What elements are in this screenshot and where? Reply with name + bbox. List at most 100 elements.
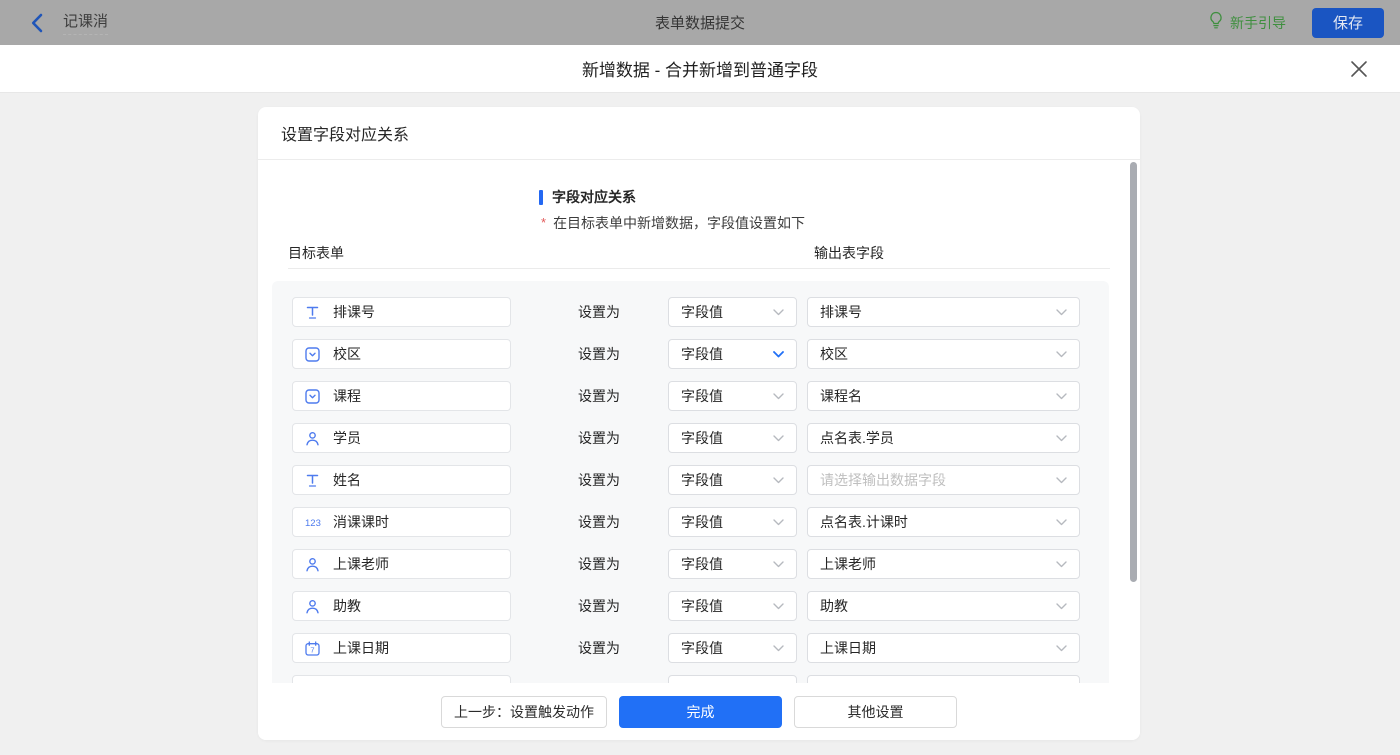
text-field-icon: [305, 305, 325, 320]
lightbulb-icon: [1208, 11, 1224, 35]
value-type-label: 字段值: [681, 302, 723, 322]
output-field-select[interactable]: 上课日期: [807, 633, 1080, 663]
target-field-label: 消课课时: [333, 512, 389, 532]
output-field-select[interactable]: 点名表.计课时: [807, 507, 1080, 537]
chevron-down-icon: [1056, 519, 1067, 526]
chevron-down-icon: [773, 603, 784, 610]
beginner-guide-label: 新手引导: [1230, 13, 1286, 33]
column-output-fields: 输出表字段: [814, 243, 884, 263]
svg-text:123: 123: [305, 518, 321, 529]
target-field-box[interactable]: 7上课日期: [292, 633, 511, 663]
chevron-down-icon: [773, 561, 784, 568]
mapping-row: 助教 设置为 字段值 助教: [272, 591, 1109, 621]
output-field-select[interactable]: 上课老师: [807, 549, 1080, 579]
chevron-down-icon: [773, 309, 784, 316]
number-field-icon: 123: [305, 515, 325, 529]
value-type-label: 字段值: [681, 428, 723, 448]
set-as-label: 设置为: [578, 633, 620, 663]
chevron-down-icon: [773, 519, 784, 526]
card-header: 设置字段对应关系: [258, 107, 1140, 160]
value-type-select[interactable]: 字段值: [668, 297, 797, 327]
value-type-select[interactable]: 字段值: [668, 507, 797, 537]
output-field-label: 上课老师: [820, 554, 876, 574]
target-field-box[interactable]: 123 消课课时: [292, 507, 511, 537]
required-asterisk: *: [541, 215, 546, 230]
set-as-label: 设置为: [578, 297, 620, 327]
target-field-box[interactable]: 课程: [292, 381, 511, 411]
modal-title: 新增数据 - 合并新增到普通字段: [582, 56, 818, 81]
value-type-select[interactable]: 字段值: [668, 633, 797, 663]
value-type-label: 字段值: [681, 386, 723, 406]
output-field-select[interactable]: 课程名: [807, 381, 1080, 411]
value-type-label: 字段值: [681, 470, 723, 490]
screen: 记课消 表单数据提交 新手引导 保存 新增数据 - 合并新增到普通字段 设置字段…: [0, 0, 1400, 755]
beginner-guide-link[interactable]: 新手引导: [1208, 11, 1286, 35]
target-field-box[interactable]: 姓名: [292, 465, 511, 495]
person-field-icon: [305, 557, 325, 572]
output-field-label: 助教: [820, 596, 848, 616]
set-as-label: 设置为: [578, 423, 620, 453]
chevron-down-icon: [773, 645, 784, 652]
app-title: 表单数据提交: [0, 12, 1400, 33]
mapping-row: 学员 设置为 字段值 点名表.学员: [272, 423, 1109, 453]
mapping-row: 姓名 设置为 字段值 请选择输出数据字段: [272, 465, 1109, 495]
section-title: 字段对应关系: [552, 187, 636, 207]
value-type-select[interactable]: 字段值: [668, 465, 797, 495]
value-type-select[interactable]: 字段值: [668, 339, 797, 369]
set-as-label: 设置为: [578, 465, 620, 495]
mapping-row: 7上课日期 设置为 字段值 上课日期: [272, 633, 1109, 663]
output-field-label: 课程名: [820, 386, 862, 406]
target-field-box[interactable]: 校区: [292, 339, 511, 369]
chevron-down-icon: [1056, 561, 1067, 568]
prev-step-button[interactable]: 上一步：设置触发动作: [441, 696, 607, 728]
chevron-down-icon: [1056, 435, 1067, 442]
vertical-scrollbar-thumb[interactable]: [1130, 162, 1137, 582]
output-field-select[interactable]: 点名表.学员: [807, 423, 1080, 453]
output-field-select[interactable]: 请选择输出数据字段: [807, 465, 1080, 495]
value-type-select[interactable]: 字段值: [668, 549, 797, 579]
note-text: 在目标表单中新增数据，字段值设置如下: [553, 213, 805, 233]
chevron-down-icon: [773, 351, 784, 358]
target-field-box[interactable]: 排课号: [292, 297, 511, 327]
mapping-row: 123 消课课时 设置为 字段值点名表.计课时: [272, 507, 1109, 537]
output-field-label: 点名表.学员: [820, 428, 894, 448]
output-field-select[interactable]: 排课号: [807, 297, 1080, 327]
section-heading: 字段对应关系: [539, 187, 636, 207]
set-as-label: 设置为: [578, 507, 620, 537]
column-headers: 目标表单 输出表字段: [258, 243, 1140, 263]
value-type-select[interactable]: 字段值: [668, 591, 797, 621]
done-button[interactable]: 完成: [619, 696, 782, 728]
other-settings-button[interactable]: 其他设置: [794, 696, 957, 728]
close-icon[interactable]: [1348, 58, 1370, 80]
chevron-down-icon: [773, 393, 784, 400]
target-field-box[interactable]: 上课老师: [292, 549, 511, 579]
mapping-row: 上课老师设置为字段值上课老师: [272, 549, 1109, 579]
output-field-select[interactable]: 校区: [807, 339, 1080, 369]
mapping-row: 校区 设置为 字段值 校区: [272, 339, 1109, 369]
value-type-select[interactable]: 字段值: [668, 381, 797, 411]
target-field-box[interactable]: 助教: [292, 591, 511, 621]
target-field-label: 课程: [333, 386, 361, 406]
chevron-down-icon: [1056, 393, 1067, 400]
person-field-icon: [305, 599, 325, 614]
modal-title-bar: 新增数据 - 合并新增到普通字段: [0, 45, 1400, 93]
set-as-label: 设置为: [578, 339, 620, 369]
svg-text:7: 7: [310, 645, 314, 654]
modal-body: 设置字段对应关系 字段对应关系 * 在目标表单中新增数据，字段值设置如下 目标表…: [0, 94, 1400, 755]
save-button[interactable]: 保存: [1312, 8, 1384, 38]
mapping-rows-panel: 排课号设置为字段值排课号校区设置为字段值校区课程设置为字段值课程名学员设置为字段…: [272, 281, 1109, 740]
output-field-select[interactable]: 助教: [807, 591, 1080, 621]
output-field-label: 请选择输出数据字段: [820, 470, 946, 490]
output-field-label: 校区: [820, 344, 848, 364]
value-type-select[interactable]: 字段值: [668, 423, 797, 453]
target-field-label: 上课老师: [333, 554, 389, 574]
chevron-down-icon: [773, 477, 784, 484]
target-field-box[interactable]: 学员: [292, 423, 511, 453]
value-type-label: 字段值: [681, 638, 723, 658]
chevron-down-icon: [1056, 309, 1067, 316]
top-app-bar: 记课消 表单数据提交 新手引导 保存: [0, 0, 1400, 45]
set-as-label: 设置为: [578, 381, 620, 411]
set-as-label: 设置为: [578, 591, 620, 621]
date-field-icon: 7: [305, 641, 325, 656]
chevron-down-icon: [1056, 603, 1067, 610]
